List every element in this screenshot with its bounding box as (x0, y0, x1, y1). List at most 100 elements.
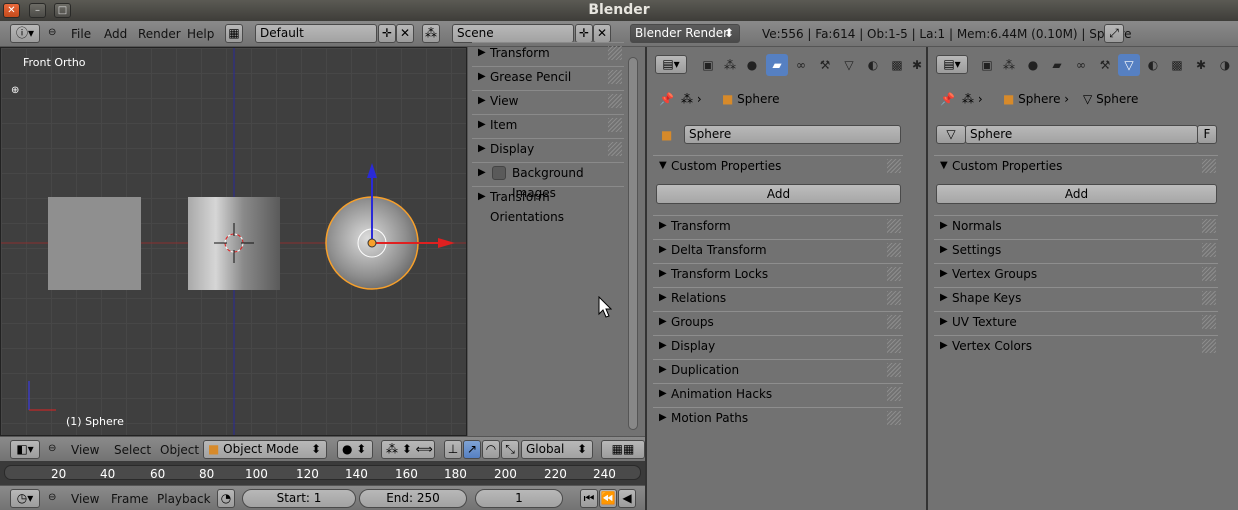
menu-render[interactable]: Render (138, 27, 181, 41)
scale-manipulator-button[interactable]: ⤡ (501, 440, 519, 459)
data-tab-mesh-icon[interactable]: ▽ (1118, 54, 1140, 76)
editor-type-info-button[interactable]: ⓘ▾ (10, 24, 40, 43)
editor-type-properties-button[interactable]: ▤▾ (936, 55, 968, 74)
pivot-point-select[interactable]: ⁂ ⬍ ⟺ (381, 440, 435, 459)
texture-tab-icon[interactable]: ▩ (1166, 54, 1188, 76)
drag-grip-icon[interactable] (887, 411, 901, 425)
panel-display[interactable]: ▶ Display (653, 335, 903, 357)
npanel-view[interactable]: ▶ View (472, 90, 624, 112)
start-frame-field[interactable]: Start: 1 (242, 489, 356, 508)
drag-grip-icon[interactable] (887, 291, 901, 305)
scene-remove-button[interactable]: ✕ (593, 24, 611, 43)
menu-file[interactable]: File (71, 27, 91, 41)
transform-orientation-select[interactable]: Global ⬍ (521, 440, 593, 459)
rotate-manipulator-button[interactable]: ◠ (482, 440, 500, 459)
drag-grip-icon[interactable] (887, 243, 901, 257)
menu-object[interactable]: Object (160, 443, 199, 457)
3d-viewport[interactable]: Front Ortho ⊕ (1) Sphere (0, 47, 467, 436)
drag-grip-icon[interactable] (887, 315, 901, 329)
add-custom-property-button[interactable]: Add (656, 184, 901, 204)
drag-grip-icon[interactable] (1202, 219, 1216, 233)
constraints-tab-link-icon[interactable]: ∞ (1070, 54, 1092, 76)
interaction-mode-select[interactable]: ■ Object Mode ⬍ (203, 440, 327, 459)
menu-select[interactable]: Select (114, 443, 151, 457)
drag-grip-icon[interactable] (887, 159, 901, 173)
world-tab-icon[interactable]: ● (741, 54, 763, 76)
panel-duplication[interactable]: ▶ Duplication (653, 359, 903, 381)
drag-grip-icon[interactable] (608, 94, 622, 108)
npanel-item[interactable]: ▶ Item (472, 114, 624, 136)
menu-playback[interactable]: Playback (157, 492, 211, 506)
menu-view[interactable]: View (71, 492, 99, 506)
npanel-transform-orientations[interactable]: ▶ Transform Orientations (472, 186, 624, 224)
screen-layout-field[interactable]: Default (255, 24, 377, 43)
drag-grip-icon[interactable] (1202, 339, 1216, 353)
material-tab-icon[interactable]: ◐ (862, 54, 884, 76)
mesh-browse-button[interactable]: ▽ (936, 125, 966, 144)
drag-grip-icon[interactable] (1202, 315, 1216, 329)
editor-type-timeline-button[interactable]: ◷▾ (10, 489, 40, 508)
material-tab-icon[interactable]: ◐ (1142, 54, 1164, 76)
mesh-name-field[interactable]: Sphere (965, 125, 1198, 144)
npanel-scrollbar[interactable] (628, 57, 638, 430)
panel-motion-paths[interactable]: ▶ Motion Paths (653, 407, 903, 429)
panel-vertex-groups[interactable]: ▶ Vertex Groups (934, 263, 1218, 285)
drag-grip-icon[interactable] (608, 70, 622, 84)
render-engine-select[interactable]: Blender Render ⬍ (630, 24, 740, 43)
particles-tab-icon[interactable]: ✱ (1190, 54, 1212, 76)
drag-grip-icon[interactable] (608, 142, 622, 156)
panel-transform[interactable]: ▶ Transform (653, 215, 903, 237)
modifiers-tab-wrench-icon[interactable]: ⚒ (1094, 54, 1116, 76)
translate-manipulator-button[interactable]: ↗ (463, 440, 481, 459)
render-layers-tab-icon[interactable]: ⁂ (719, 54, 741, 76)
drag-grip-icon[interactable] (887, 363, 901, 377)
screen-layout-browse-button[interactable]: ▦ (225, 24, 243, 43)
current-frame-field[interactable]: 1 (475, 489, 563, 508)
scene-add-button[interactable]: ✛ (575, 24, 593, 43)
data-tab-mesh-icon[interactable]: ▽ (838, 54, 860, 76)
screen-remove-button[interactable]: ✕ (396, 24, 414, 43)
drag-grip-icon[interactable] (608, 118, 622, 132)
object-name-field[interactable]: Sphere (684, 125, 901, 144)
world-tab-icon[interactable]: ● (1022, 54, 1044, 76)
npanel-transform[interactable]: ▶ Transform (472, 42, 624, 64)
object-tab-cube-icon[interactable]: ▰ (1046, 54, 1068, 76)
cylinder-object[interactable] (188, 197, 280, 290)
render-tab-camera-icon[interactable]: ▣ (976, 54, 998, 76)
panel-custom-properties[interactable]: ▼ Custom Properties (934, 155, 1218, 177)
drag-grip-icon[interactable] (1202, 291, 1216, 305)
render-tab-camera-icon[interactable]: ▣ (697, 54, 719, 76)
plus-toggle-icon[interactable]: ⊕ (11, 85, 19, 96)
editor-type-3dview-button[interactable]: ◧▾ (10, 440, 40, 459)
drag-grip-icon[interactable] (608, 46, 622, 60)
drag-grip-icon[interactable] (887, 387, 901, 401)
npanel-background-images[interactable]: ▶ Background Images (472, 162, 624, 200)
cube-object[interactable] (48, 197, 141, 290)
collapse-menu-icon[interactable]: ⊖ (48, 443, 56, 454)
viewport-shading-select[interactable]: ● ⬍ (337, 440, 373, 459)
menu-frame[interactable]: Frame (111, 492, 148, 506)
add-custom-property-button[interactable]: Add (936, 184, 1217, 204)
panel-custom-properties[interactable]: ▼ Custom Properties (653, 155, 903, 177)
physics-tab-icon[interactable]: ◑ (1214, 54, 1236, 76)
render-layers-tab-icon[interactable]: ⁂ (998, 54, 1020, 76)
drag-grip-icon[interactable] (1202, 159, 1216, 173)
manipulator-toggle[interactable]: ⊥ (444, 440, 462, 459)
panel-animation-hacks[interactable]: ▶ Animation Hacks (653, 383, 903, 405)
drag-grip-icon[interactable] (887, 267, 901, 281)
background-images-checkbox[interactable] (492, 166, 506, 180)
jump-to-start-button[interactable]: ⏮ (580, 489, 598, 508)
fullscreen-toggle-button[interactable]: ⤢ (1104, 24, 1124, 43)
panel-uv-texture[interactable]: ▶ UV Texture (934, 311, 1218, 333)
drag-grip-icon[interactable] (1202, 267, 1216, 281)
panel-vertex-colors[interactable]: ▶ Vertex Colors (934, 335, 1218, 357)
collapse-menu-icon[interactable]: ⊖ (48, 27, 56, 38)
editor-type-properties-button[interactable]: ▤▾ (655, 55, 687, 74)
particles-tab-icon[interactable]: ✱ (906, 54, 928, 76)
drag-grip-icon[interactable] (1202, 243, 1216, 257)
layers-grid[interactable]: ▦▦ (601, 440, 645, 459)
menu-add[interactable]: Add (104, 27, 127, 41)
panel-settings[interactable]: ▶ Settings (934, 239, 1218, 261)
pin-icon[interactable]: 📌 (659, 92, 674, 106)
npanel-display[interactable]: ▶ Display (472, 138, 624, 160)
